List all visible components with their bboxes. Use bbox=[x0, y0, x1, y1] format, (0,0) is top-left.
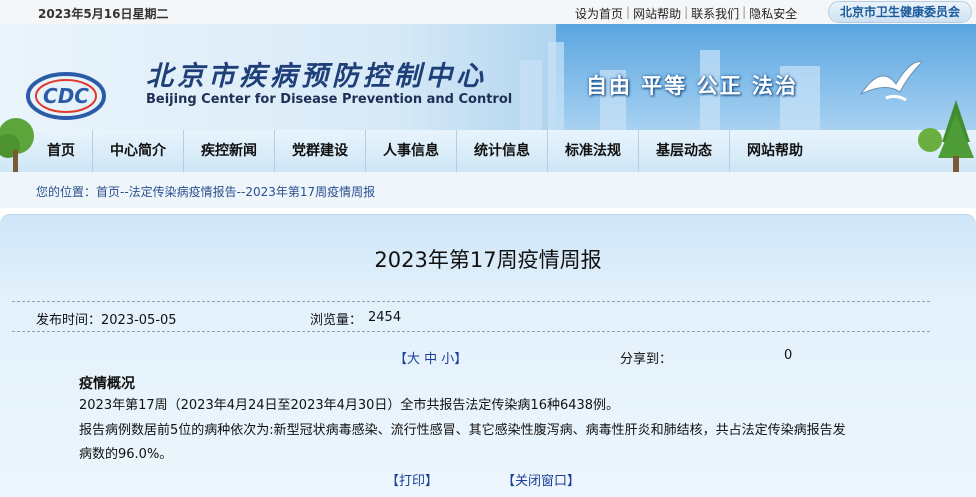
paragraph-top5-line2: 病数的96.0%。 bbox=[79, 447, 173, 462]
nav-item-news[interactable]: 疾控新闻 bbox=[184, 130, 275, 172]
view-count-label: 浏览量： bbox=[310, 313, 363, 328]
article-actions: 【打印】 【关闭窗口】 bbox=[386, 470, 580, 489]
nav-item-party[interactable]: 党群建设 bbox=[275, 130, 366, 172]
print-button[interactable]: 【打印】 bbox=[386, 470, 438, 489]
nav-item-standards[interactable]: 标准法规 bbox=[548, 130, 639, 172]
view-count: 浏览量： 2454 bbox=[310, 309, 401, 328]
separator: | bbox=[742, 5, 747, 19]
nav-item-about[interactable]: 中心简介 bbox=[93, 130, 184, 172]
nav-item-grassroots[interactable]: 基层动态 bbox=[639, 130, 730, 172]
site-title-en: Beijing Center for Disease Prevention an… bbox=[146, 92, 513, 107]
view-count-value: 2454 bbox=[368, 310, 402, 325]
nav-item-home[interactable]: 首页 bbox=[30, 130, 93, 172]
current-date: 2023年5月16日星期二 bbox=[38, 7, 169, 21]
top-links: 设为首页 | 网站帮助 | 联系我们 | 隐私安全 bbox=[575, 5, 797, 22]
nav-item-help[interactable]: 网站帮助 bbox=[730, 130, 820, 172]
divider bbox=[12, 301, 930, 302]
breadcrumb: 您的位置：首页--法定传染病疫情报告--2023年第17周疫情周报 bbox=[0, 172, 976, 208]
paragraph-top5-line1: 报告病例数居前5位的病种依次为:新型冠状病毒感染、流行性感冒、其它感染性腹泻病、… bbox=[79, 423, 846, 438]
main-navigation: 首页 中心简介 疾控新闻 党群建设 人事信息 统计信息 标准法规 基层动态 网站… bbox=[0, 100, 976, 176]
separator: | bbox=[684, 5, 689, 19]
site-title-cn: 北京市疾病预防控制中心 bbox=[146, 61, 487, 92]
top-link-help[interactable]: 网站帮助 bbox=[633, 5, 681, 22]
header-banner: CDC 北京市疾病预防控制中心 Beijing Center for Disea… bbox=[0, 24, 976, 130]
building-silhouette bbox=[548, 42, 564, 130]
share-label: 分享到： bbox=[620, 352, 673, 367]
article-title: 2023年第17周疫情周报 bbox=[374, 248, 602, 272]
top-link-contact[interactable]: 联系我们 bbox=[691, 5, 739, 22]
close-window-button[interactable]: 【关闭窗口】 bbox=[502, 470, 580, 489]
section-heading: 疫情概况 bbox=[79, 376, 135, 392]
publish-time: 发布时间：2023-05-05 bbox=[36, 313, 177, 328]
building-silhouette bbox=[520, 60, 542, 130]
top-link-set-homepage[interactable]: 设为首页 bbox=[575, 5, 623, 22]
tree-decoration-icon bbox=[918, 100, 974, 172]
breadcrumb-text[interactable]: 您的位置：首页--法定传染病疫情报告--2023年第17周疫情周报 bbox=[36, 183, 375, 200]
divider bbox=[12, 331, 930, 332]
nav-item-statistics[interactable]: 统计信息 bbox=[457, 130, 548, 172]
share-count: 0 bbox=[784, 348, 793, 363]
separator: | bbox=[626, 5, 631, 19]
top-link-privacy[interactable]: 隐私安全 bbox=[749, 5, 797, 22]
paragraph-summary: 2023年第17周（2023年4月24日至2023年4月30日）全市共报告法定传… bbox=[79, 398, 620, 413]
nav-list: 首页 中心简介 疾控新闻 党群建设 人事信息 统计信息 标准法规 基层动态 网站… bbox=[30, 130, 820, 172]
slogan-text: 自由 平等 公正 法治 bbox=[586, 74, 798, 98]
health-commission-link[interactable]: 北京市卫生健康委员会 bbox=[828, 1, 972, 23]
nav-item-personnel[interactable]: 人事信息 bbox=[366, 130, 457, 172]
logo-text: CDC bbox=[43, 84, 89, 108]
top-bar: 2023年5月16日星期二 设为首页 | 网站帮助 | 联系我们 | 隐私安全 … bbox=[0, 0, 976, 25]
font-size-switcher[interactable]: 【大 中 小】 bbox=[394, 348, 467, 367]
